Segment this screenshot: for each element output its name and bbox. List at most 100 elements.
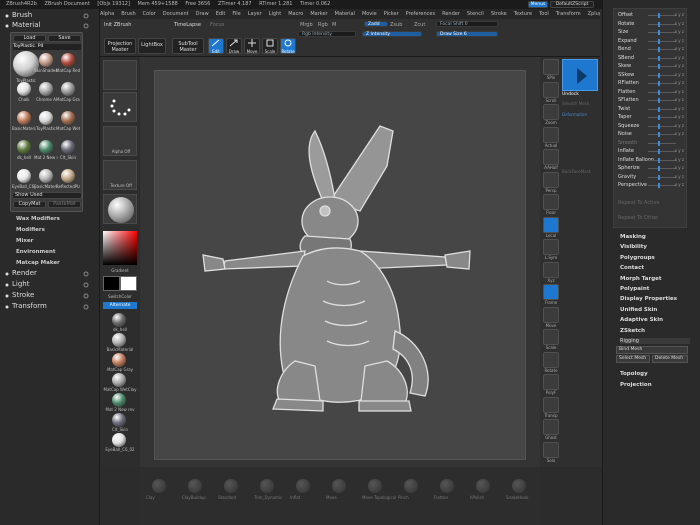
recent-material-swatch[interactable] <box>112 433 126 447</box>
focal-shift-slider[interactable]: Focal Shift 0 <box>436 21 498 27</box>
main-color-swatch[interactable] <box>103 276 120 291</box>
deformation-size[interactable]: Size x y z <box>618 28 684 36</box>
slider-knob[interactable] <box>658 174 660 180</box>
deformation-slider[interactable] <box>648 142 676 144</box>
menu-alpha[interactable]: Alpha <box>100 11 114 17</box>
menu-preferences[interactable]: Preferences <box>406 11 435 17</box>
slider-knob[interactable] <box>658 13 660 18</box>
material-swatch[interactable] <box>17 140 31 154</box>
edit-button[interactable]: Edit <box>208 38 224 54</box>
pin-icon[interactable] <box>83 271 89 277</box>
rgb-intensity-slider[interactable]: Rgb Intensity <box>298 31 356 37</box>
material-swatch[interactable] <box>17 82 31 96</box>
z-intensity-slider[interactable]: Z Intensity <box>362 31 422 37</box>
modifiers-section[interactable]: Modifiers <box>16 227 45 233</box>
brush-thumbnail[interactable] <box>296 479 310 493</box>
axis-flags[interactable]: x y z <box>675 37 684 45</box>
m-toggle[interactable]: M <box>332 22 336 28</box>
deformation-slider[interactable] <box>648 66 676 67</box>
subpalette-display-properties[interactable]: Display Properties <box>620 296 677 302</box>
subpalette-masking[interactable]: Masking <box>620 234 646 240</box>
deformation-perspective[interactable]: Perspective x y z <box>618 181 684 189</box>
timelapse-button[interactable]: TimeLapse <box>174 22 201 28</box>
zsub-toggle[interactable]: Zsub <box>390 22 402 28</box>
axis-flags[interactable]: x y z <box>675 45 684 53</box>
subpalette-polypaint[interactable]: Polypaint <box>620 286 649 292</box>
deformation-spherize[interactable]: Spherize x y z <box>618 164 684 172</box>
menu-tool[interactable]: Tool <box>539 11 549 17</box>
show-used-button[interactable]: Show Used <box>12 192 82 199</box>
default-zscript-button[interactable]: DefaultZScript <box>550 1 594 8</box>
axis-flags[interactable]: x y z <box>675 164 684 172</box>
menu-stencil[interactable]: Stencil <box>467 11 484 17</box>
brush-thumbnail[interactable] <box>260 479 274 493</box>
deformation-inflate[interactable]: Inflate x y z <box>618 147 684 155</box>
deformation-slider[interactable] <box>648 176 676 178</box>
menu-render[interactable]: Render <box>442 11 460 17</box>
menu-layer[interactable]: Layer <box>248 11 262 17</box>
material-swatch[interactable] <box>39 111 53 125</box>
deformation-slider[interactable] <box>648 83 676 84</box>
menu-draw[interactable]: Draw <box>196 11 209 17</box>
switchcolor-label[interactable]: SwitchColor <box>100 294 140 299</box>
deformation-gravity[interactable]: Gravity x y z <box>618 173 684 181</box>
view-button-lsym[interactable] <box>543 239 559 255</box>
deformation-slider[interactable] <box>648 32 676 33</box>
repeat-to-other-button[interactable]: Repeat To Other <box>618 214 684 222</box>
menu-edit[interactable]: Edit <box>216 11 226 17</box>
brush-thumbnail[interactable] <box>188 479 202 493</box>
deformation-slider[interactable] <box>648 74 676 76</box>
subpalette-polygroups[interactable]: Polygroups <box>620 255 655 261</box>
deformation-noise[interactable]: Noise x y z <box>618 130 684 138</box>
zcut-toggle[interactable]: Zcut <box>414 22 425 28</box>
deformation-slider[interactable] <box>648 185 676 186</box>
slider-knob[interactable] <box>658 106 660 112</box>
deformation-slider[interactable] <box>648 159 676 161</box>
load-material-button[interactable]: Load <box>13 35 46 42</box>
slider-knob[interactable] <box>658 132 660 137</box>
deformation-slider[interactable] <box>648 117 676 118</box>
material-swatch[interactable] <box>61 140 75 154</box>
material-swatch[interactable] <box>61 53 75 67</box>
brush-menu[interactable]: Brush <box>12 11 32 19</box>
gradient-label[interactable]: Gradient <box>100 268 140 273</box>
deformation-smooth[interactable]: Smooth <box>618 139 684 147</box>
view-button-aahalf[interactable] <box>543 149 559 165</box>
deformation-sflatten[interactable]: SFlatten x y z <box>618 96 684 104</box>
deformation-slider[interactable] <box>648 40 676 42</box>
menu-material[interactable]: Material <box>335 11 355 17</box>
menu-color[interactable]: Color <box>143 11 156 17</box>
view-button-solo[interactable] <box>543 441 559 458</box>
subtool-master-button[interactable]: SubTool Master <box>172 38 204 54</box>
slider-knob[interactable] <box>658 38 660 44</box>
slider-knob[interactable] <box>658 21 660 27</box>
draw-button[interactable]: Draw <box>226 38 242 54</box>
pin-icon[interactable] <box>83 13 89 19</box>
view-button-scale[interactable] <box>543 329 559 345</box>
slider-knob[interactable] <box>658 30 660 35</box>
recent-material-swatch[interactable] <box>112 333 126 347</box>
deformation-sbend[interactable]: SBend x y z <box>618 54 684 62</box>
axis-flags[interactable]: x y z <box>675 122 684 130</box>
deformation-expand[interactable]: Expand x y z <box>618 37 684 45</box>
move-button[interactable]: Move <box>244 38 260 54</box>
matcap-maker-section[interactable]: Matcap Maker <box>16 260 60 266</box>
lightbox-button[interactable]: LightBox <box>138 38 166 54</box>
subpalette-rigging[interactable]: Rigging <box>620 338 690 344</box>
slider-knob[interactable] <box>658 115 660 120</box>
material-swatch[interactable] <box>39 53 53 67</box>
view-button-spix[interactable] <box>543 59 559 75</box>
axis-flags[interactable]: x y z <box>675 62 684 70</box>
slider-knob[interactable] <box>658 64 660 69</box>
axis-flags[interactable]: x y z <box>675 113 684 121</box>
deformation-skew[interactable]: Skew x y z <box>618 62 684 70</box>
pin-icon[interactable] <box>83 23 89 29</box>
environment-section[interactable]: Environment <box>16 249 56 255</box>
pin-icon[interactable] <box>83 293 89 299</box>
view-button-polyf[interactable] <box>543 374 559 390</box>
slider-knob[interactable] <box>658 55 660 61</box>
material-swatch[interactable] <box>61 82 75 96</box>
axis-flags[interactable]: x y z <box>675 173 684 181</box>
topology-section[interactable]: Topology <box>620 371 648 377</box>
view-button-floor[interactable] <box>543 194 559 210</box>
